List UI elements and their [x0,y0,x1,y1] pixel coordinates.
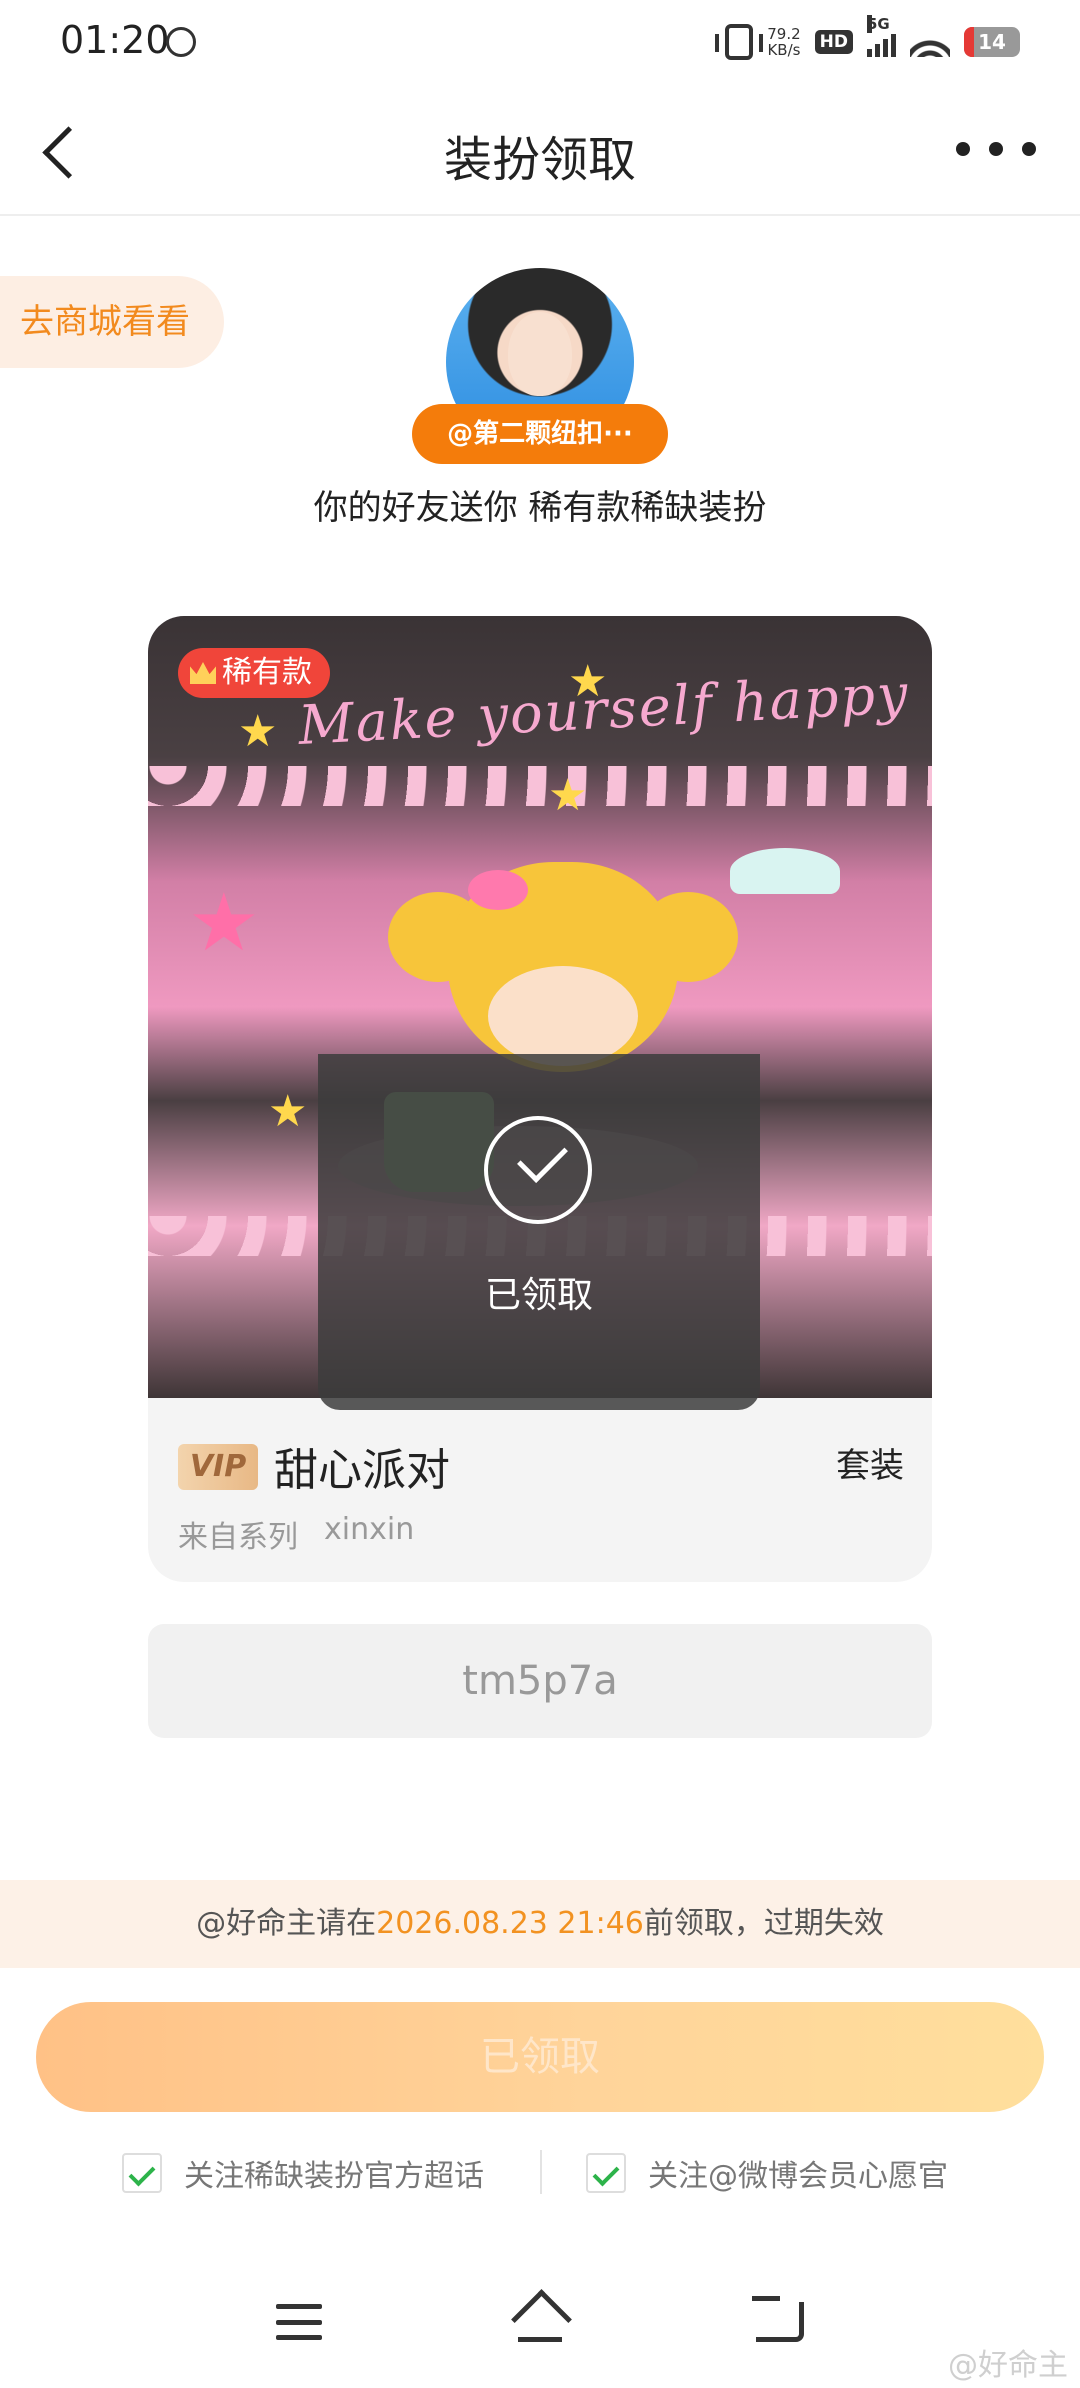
status-bar: 01:20 79.2 KB/s HD 5G 14 [0,0,1080,84]
net-speed-unit: KB/s [767,41,801,59]
item-type-tag: 套装 [836,1438,908,1487]
deadline-notice: @好命主请在2026.08.23 21:46前领取，过期失效 [0,1880,1080,1968]
crown-icon [190,662,216,684]
status-icons: 79.2 KB/s HD 5G 14 [715,15,1020,64]
claimed-overlay: 已领取 [318,1054,760,1410]
item-card[interactable]: Make yourself happy ★ ★ ★ ★ ★ ★ 稀有款 已领取 … [148,616,932,1582]
star-icon: ★ [548,770,588,821]
character-decoration [488,966,638,1066]
battery-level: 14 [978,30,1006,54]
rarity-label: 稀有款 [222,655,312,690]
system-nav-bar [0,2264,1080,2388]
vip-badge: VIP [178,1444,258,1490]
deadline-prefix: @好命主请在 [196,1906,377,1941]
watermark: @好命主 [948,2348,1068,2383]
gift-message: 你的好友送你 稀有款稀缺装扮 [313,488,767,528]
lamp-decoration [730,848,840,894]
avatar-face [508,312,572,396]
deadline-datetime: 2026.08.23 21:46 [376,1906,644,1941]
series-label: 来自系列 [178,1520,298,1555]
follow-option-wishofficer[interactable]: 关注@微博会员心愿官 [586,2150,948,2196]
follow-option-label: 关注@微博会员心愿官 [648,2159,948,2194]
item-name: 甜心派对 [274,1445,450,1496]
rarity-badge: 稀有款 [178,648,330,698]
pink-star-icon: ★ [188,876,260,969]
more-dot-icon [1022,142,1036,156]
claim-button[interactable]: 已领取 [36,2002,1044,2112]
back-icon[interactable] [752,2296,804,2342]
claimed-status: 已领取 [484,1275,593,1316]
redeem-code[interactable]: tm5p7a [148,1624,932,1738]
nav-header: 装扮领取 [0,84,1080,216]
more-dot-icon [989,142,1003,156]
more-dot-icon [956,142,970,156]
hd-badge: HD [814,30,853,54]
cellular-signal-icon: 5G [867,15,896,57]
home-icon[interactable] [512,2294,568,2342]
divider [540,2150,542,2194]
wifi-icon [910,27,950,57]
star-icon: ★ [268,1086,308,1137]
check-circle-icon [484,1116,592,1224]
more-options-button[interactable] [956,134,1036,164]
vibrate-icon [715,24,764,60]
ruffle-decoration [148,766,932,806]
page-title: 装扮领取 [443,132,636,188]
star-icon: ★ [568,656,608,707]
follow-option-label: 关注稀缺装扮官方超话 [184,2159,484,2194]
sync-icon [166,27,196,57]
sender-name-pill[interactable]: @第二颗纽扣··· [412,404,668,464]
star-icon: ★ [238,706,278,757]
battery-icon: 14 [964,27,1020,57]
series-name[interactable]: xinxin [324,1512,414,1547]
checkbox-checked-icon[interactable] [586,2153,626,2193]
follow-option-supertopic[interactable]: 关注稀缺装扮官方超话 [122,2150,484,2196]
status-time: 01:20 [60,18,170,62]
menu-icon[interactable] [276,2304,322,2340]
checkbox-checked-icon[interactable] [122,2153,162,2193]
character-decoration [468,870,528,910]
deadline-suffix: 前领取，过期失效 [643,1906,884,1941]
net-speed: 79.2 KB/s [767,26,800,58]
go-to-mall-button[interactable]: 去商城看看 [0,276,224,368]
signal-label: 5G [867,15,890,33]
